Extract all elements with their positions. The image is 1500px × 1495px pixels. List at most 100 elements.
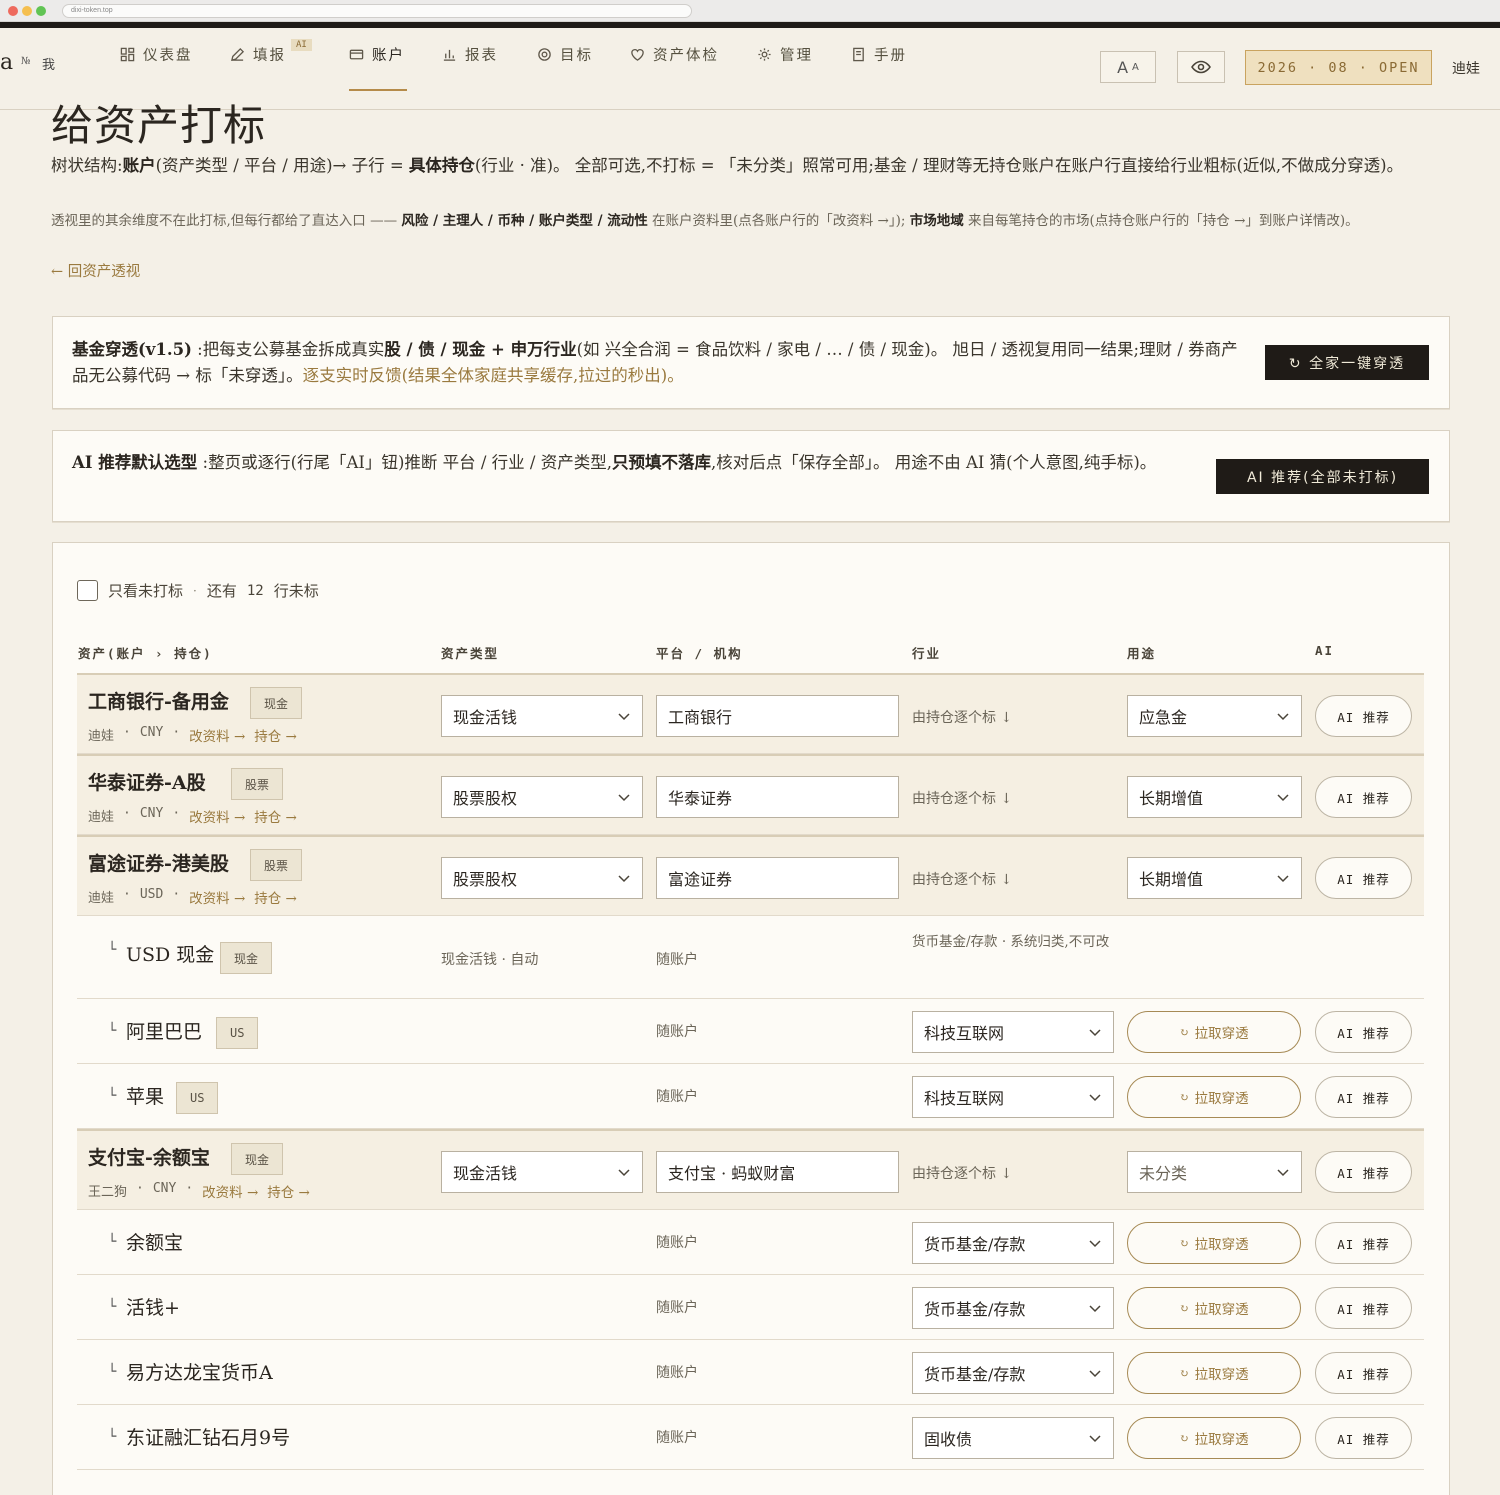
edit-profile-link[interactable]: 改资料 → [189, 887, 245, 907]
nav-item-report-entry[interactable]: 填报 [230, 44, 286, 64]
family-lookthrough-button[interactable]: ↻ 全家一键穿透 [1265, 345, 1429, 380]
asset-type-select[interactable]: 股票股权 [441, 776, 643, 818]
heart-icon [631, 48, 644, 61]
platform-input[interactable]: 富途证券 [656, 857, 899, 899]
chevron-down-icon [1277, 1169, 1289, 1177]
holdings-link[interactable]: 持仓 → [254, 806, 297, 826]
ai-recommend-row-button[interactable]: AI 推荐 [1315, 1352, 1412, 1394]
nav-item-goals[interactable]: 目标 [537, 44, 593, 64]
chevron-down-icon [1089, 1370, 1101, 1378]
meta-separator: · [185, 1181, 194, 1196]
asset-type-select[interactable]: 股票股权 [441, 857, 643, 899]
ai-recommend-row-button[interactable]: AI 推荐 [1315, 1011, 1412, 1053]
edit-profile-link[interactable]: 改资料 → [202, 1181, 258, 1201]
ai-recommend-row-button[interactable]: AI 推荐 [1315, 1151, 1412, 1193]
tree-branch-icon: └ [108, 1023, 117, 1039]
user-menu[interactable]: 迪娃 [1452, 58, 1480, 78]
nav-item-manual[interactable]: 手册 [851, 44, 907, 64]
nav-item-reports[interactable]: 报表 [442, 44, 498, 64]
industry-select[interactable]: 货币基金/存款 [912, 1287, 1114, 1329]
pull-label: 拉取穿透 [1194, 1432, 1249, 1448]
nav-item-accounts[interactable]: 账户 [349, 44, 405, 64]
holding-row: └ 苹果 US 随账户 科技互联网 ↻ 拉取穿透 AI 推荐 [77, 1064, 1424, 1129]
ai-recommend-row-button[interactable]: AI 推荐 [1315, 1287, 1412, 1329]
account-currency: CNY [139, 725, 164, 740]
meta-separator: · [123, 887, 131, 902]
page-title: 给资产打标 [51, 101, 267, 150]
ai-recommend-row-button[interactable]: AI 推荐 [1315, 1417, 1412, 1459]
page-description: 树状结构:账户(资产类型 / 平台 / 用途)→ 子行 = 具体持仓(行业 · … [51, 156, 1404, 175]
account-name: 华泰证券-A股 [88, 772, 206, 794]
chevron-down-icon [1089, 1240, 1101, 1248]
usage-select[interactable]: 长期增值 [1127, 776, 1302, 818]
ai-recommend-row-button[interactable]: AI 推荐 [1315, 695, 1412, 737]
platform-follow-account: 随账户 [656, 1235, 698, 1251]
holdings-link[interactable]: 持仓 → [254, 725, 297, 745]
pull-lookthrough-button[interactable]: ↻ 拉取穿透 [1127, 1222, 1301, 1264]
select-value: 长期增值 [1139, 789, 1204, 808]
usage-select[interactable]: 应急金 [1127, 695, 1302, 737]
only-untagged-checkbox[interactable] [77, 580, 98, 601]
font-size-large-glyph: A [1117, 57, 1129, 77]
holdings-link[interactable]: 持仓 → [254, 887, 297, 907]
industry-select[interactable]: 货币基金/存款 [912, 1222, 1114, 1264]
pull-lookthrough-button[interactable]: ↻ 拉取穿透 [1127, 1417, 1301, 1459]
platform-input[interactable]: 支付宝 · 蚂蚁财富 [656, 1151, 899, 1193]
ai-recommend-all-button[interactable]: AI 推荐(全部未打标) [1216, 459, 1429, 494]
ai-recommend-row-button[interactable]: AI 推荐 [1315, 1076, 1412, 1118]
usage-select[interactable]: 长期增值 [1127, 857, 1302, 899]
industry-by-holding-note: 由持仓逐个标 ↓ [912, 1166, 1013, 1182]
meta-separator: · [123, 806, 131, 821]
account-name: 富途证券-港美股 [88, 853, 229, 875]
pull-label: 拉取穿透 [1194, 1302, 1249, 1318]
holding-name: 活钱+ [126, 1297, 180, 1319]
industry-select[interactable]: 固收债 [912, 1417, 1114, 1459]
minimize-window-icon[interactable] [22, 6, 32, 16]
refresh-icon: ↻ [1179, 1366, 1189, 1380]
gear-icon [758, 47, 771, 61]
asset-type-auto-note: 现金活钱 · 自动 [441, 952, 539, 968]
asset-type-select[interactable]: 现金活钱 [441, 695, 643, 737]
pull-lookthrough-button[interactable]: ↻ 拉取穿透 [1127, 1352, 1301, 1394]
back-to-overview-link[interactable]: ← 回资产透视 [51, 260, 140, 281]
fund-lookthrough-text: 基金穿透(v1.5) :把每支公募基金拆成真实股 / 债 / 现金 + 申万行业… [72, 340, 1238, 385]
dashboard-icon [120, 47, 135, 61]
privacy-toggle-button[interactable] [1177, 51, 1225, 83]
font-size-small-glyph: A [1132, 61, 1139, 73]
period-status-badge[interactable]: 2026 · 08 · OPEN [1245, 50, 1432, 85]
brand-me-link[interactable]: 我 [42, 54, 55, 73]
pull-lookthrough-button[interactable]: ↻ 拉取穿透 [1127, 1287, 1301, 1329]
ai-recommend-text: AI 推荐默认选型 :整页或逐行(行尾「AI」钮)推断 平台 / 行业 / 资产… [72, 453, 1157, 472]
platform-input[interactable]: 华泰证券 [656, 776, 899, 818]
ai-recommend-row-button[interactable]: AI 推荐 [1315, 857, 1412, 899]
edit-profile-link[interactable]: 改资料 → [189, 806, 245, 826]
platform-input[interactable]: 工商银行 [656, 695, 899, 737]
industry-select[interactable]: 科技互联网 [912, 1011, 1114, 1053]
nav-item-dashboard[interactable]: 仪表盘 [120, 44, 193, 64]
industry-select[interactable]: 科技互联网 [912, 1076, 1114, 1118]
pull-lookthrough-button[interactable]: ↻ 拉取穿透 [1127, 1011, 1301, 1053]
account-owner: 迪娃 [88, 810, 115, 825]
eye-icon [1191, 60, 1211, 74]
nav-item-label: 仪表盘 [143, 47, 193, 64]
industry-select[interactable]: 货币基金/存款 [912, 1352, 1114, 1394]
holdings-link[interactable]: 持仓 → [267, 1181, 310, 1201]
usage-select[interactable]: 未分类 [1127, 1151, 1302, 1193]
ai-recommend-row-button[interactable]: AI 推荐 [1315, 776, 1412, 818]
header-usage: 用途 [1127, 646, 1157, 661]
nav-item-label: 管理 [780, 47, 813, 64]
tree-branch-icon: └ [108, 1234, 117, 1250]
asset-type-select[interactable]: 现金活钱 [441, 1151, 643, 1193]
ai-recommend-row-button[interactable]: AI 推荐 [1315, 1222, 1412, 1264]
brand-logo[interactable]: a [0, 50, 13, 75]
pull-lookthrough-button[interactable]: ↻ 拉取穿透 [1127, 1076, 1301, 1118]
holding-name: 苹果 [126, 1086, 165, 1108]
close-window-icon[interactable] [8, 6, 18, 16]
nav-item-health-check[interactable]: 资产体检 [630, 44, 719, 64]
account-meta: 迪娃 · USD · 改资料 → 持仓 → [88, 887, 297, 907]
font-size-button[interactable]: A A [1100, 51, 1156, 83]
address-bar[interactable]: dixi-token.top [62, 4, 692, 18]
nav-item-manage[interactable]: 管理 [757, 44, 813, 64]
edit-profile-link[interactable]: 改资料 → [189, 725, 245, 745]
maximize-window-icon[interactable] [36, 6, 46, 16]
